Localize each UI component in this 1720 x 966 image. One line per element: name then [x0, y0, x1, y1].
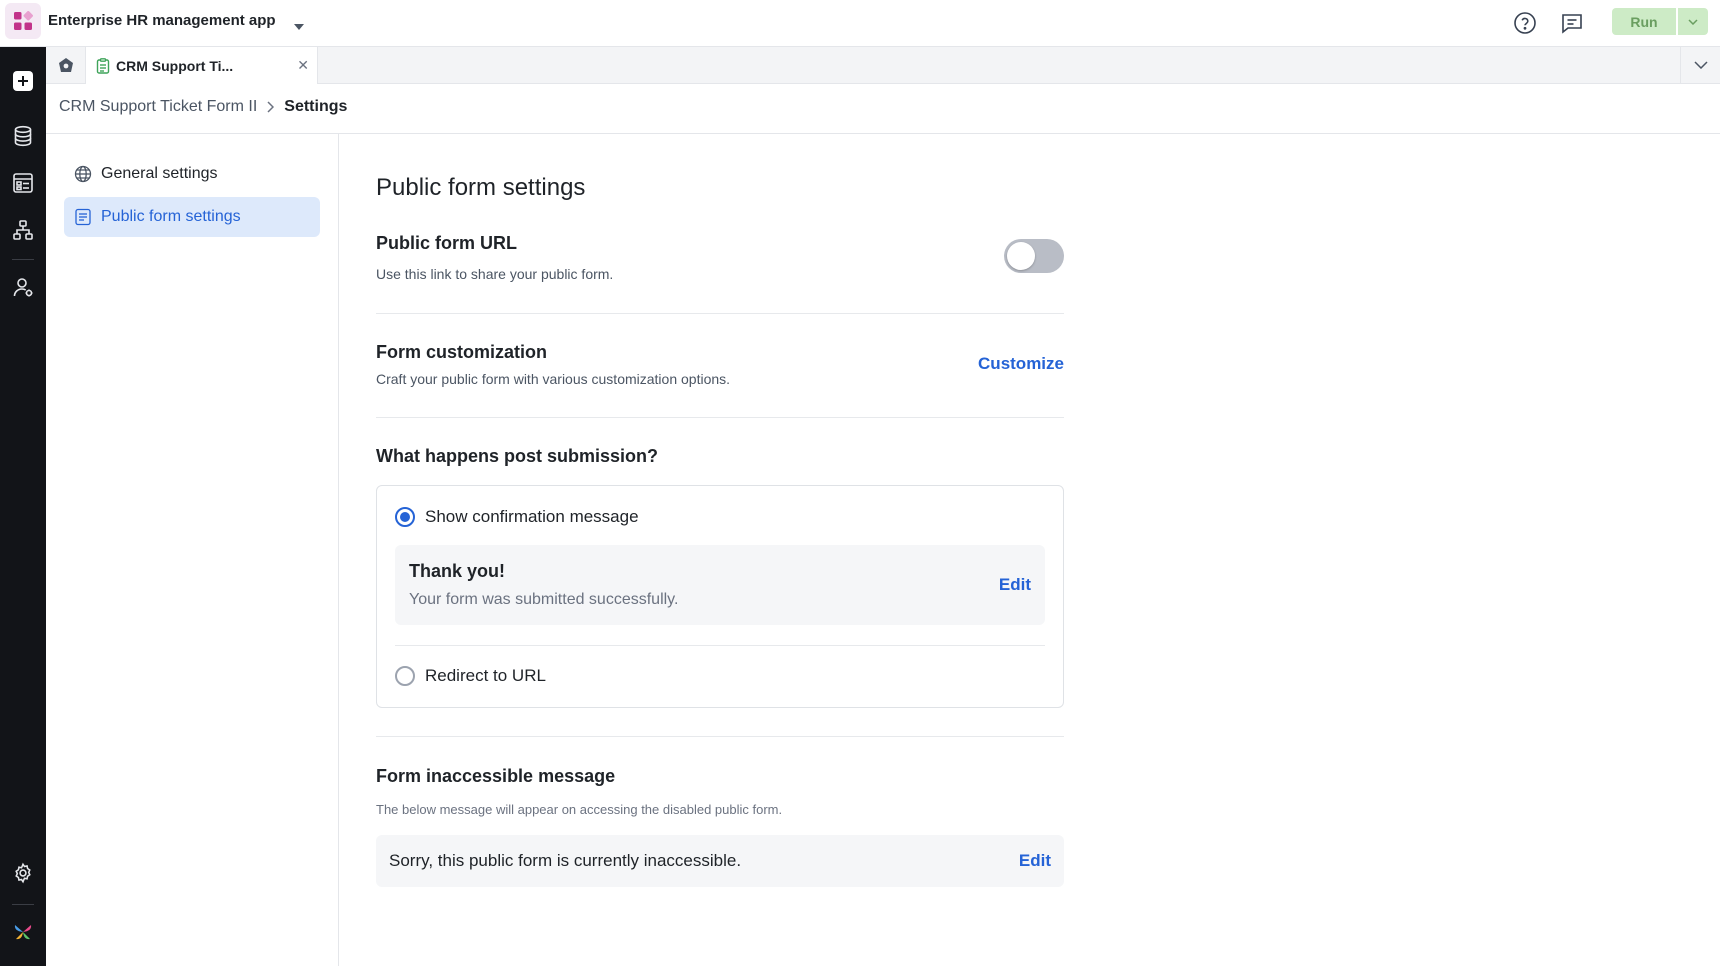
inaccessible-message: Sorry, this public form is currently ina… [389, 851, 742, 870]
rail-divider [12, 259, 34, 260]
nav-item-general-settings[interactable]: General settings [64, 154, 320, 194]
app-logo-icon[interactable] [5, 3, 41, 39]
top-bar: Enterprise HR management app Run [0, 0, 1720, 47]
breadcrumb-parent[interactable]: CRM Support Ticket Form II [59, 98, 257, 116]
header-divider [46, 133, 1720, 134]
option-label: Show confirmation message [425, 507, 639, 526]
confirmation-title: Thank you! [409, 561, 506, 581]
product-logo-icon[interactable] [9, 918, 37, 946]
edit-inaccessible-button[interactable]: Edit [1019, 851, 1051, 871]
settings-gear-icon[interactable] [9, 859, 37, 887]
customize-button[interactable]: Customize [978, 354, 1064, 374]
pages-icon[interactable] [9, 169, 37, 197]
comments-icon[interactable] [1559, 10, 1585, 36]
user-permissions-icon[interactable] [9, 273, 37, 301]
left-rail [0, 47, 46, 966]
inaccessible-title: Form inaccessible message [376, 766, 616, 786]
radio-redirect-url[interactable] [395, 666, 415, 686]
customization-title: Form customization [376, 342, 548, 362]
section-divider [376, 736, 1064, 737]
nav-item-label: Public form settings [101, 208, 241, 225]
rail-divider [12, 904, 34, 905]
breadcrumb-chevron-icon [267, 101, 275, 113]
option-label: Redirect to URL [425, 666, 546, 685]
close-tab-icon[interactable]: ✕ [297, 58, 309, 72]
add-icon[interactable] [9, 67, 37, 95]
confirmation-message-card: Thank you! Your form was submitted succe… [395, 545, 1045, 625]
nav-item-public-form-settings[interactable]: Public form settings [64, 197, 320, 237]
public-url-description: Use this link to share your public form. [376, 266, 614, 282]
tab-label: CRM Support Ti... [116, 57, 234, 74]
customization-description: Craft your public form with various cust… [376, 371, 731, 387]
breadcrumb-current: Settings [284, 98, 348, 115]
tab-crm-support-ticket[interactable]: CRM Support Ti... ✕ [86, 47, 318, 84]
form-icon [75, 208, 91, 226]
nav-item-label: General settings [101, 165, 218, 182]
section-divider [376, 417, 1064, 418]
tabs-overflow-chevron-icon[interactable] [1680, 47, 1720, 83]
run-options-chevron-icon[interactable] [1678, 8, 1708, 35]
public-url-title: Public form URL [376, 233, 518, 253]
help-icon[interactable] [1512, 10, 1538, 36]
database-icon[interactable] [9, 122, 37, 150]
workflow-icon[interactable] [9, 216, 37, 244]
app-name[interactable]: Enterprise HR management app [48, 12, 276, 29]
radio-show-confirmation[interactable] [395, 507, 415, 527]
confirmation-message: Your form was submitted successfully. [409, 591, 679, 608]
option-redirect-url[interactable]: Redirect to URL [395, 666, 546, 686]
post-submission-title: What happens post submission? [376, 446, 659, 466]
inaccessible-description: The below message will appear on accessi… [376, 802, 783, 817]
home-tab-icon[interactable] [46, 47, 86, 83]
inaccessible-message-card: Sorry, this public form is currently ina… [376, 835, 1064, 887]
app-switcher-caret-icon[interactable] [294, 17, 304, 35]
post-submission-options: Show confirmation message Thank you! You… [376, 485, 1064, 708]
form-tab-icon [96, 57, 110, 74]
options-divider [395, 645, 1045, 646]
page-title: Public form settings [376, 174, 586, 201]
section-divider [376, 313, 1064, 314]
toggle-knob [1007, 242, 1035, 270]
tab-bar: CRM Support Ti... ✕ [46, 47, 1720, 84]
settings-nav-divider [338, 134, 339, 966]
option-show-confirmation[interactable]: Show confirmation message [395, 507, 639, 527]
run-button[interactable]: Run [1612, 8, 1676, 35]
breadcrumb: CRM Support Ticket Form II Settings [59, 98, 347, 116]
globe-icon [74, 165, 92, 183]
edit-confirmation-button[interactable]: Edit [999, 575, 1031, 595]
public-url-toggle[interactable] [1004, 239, 1064, 273]
